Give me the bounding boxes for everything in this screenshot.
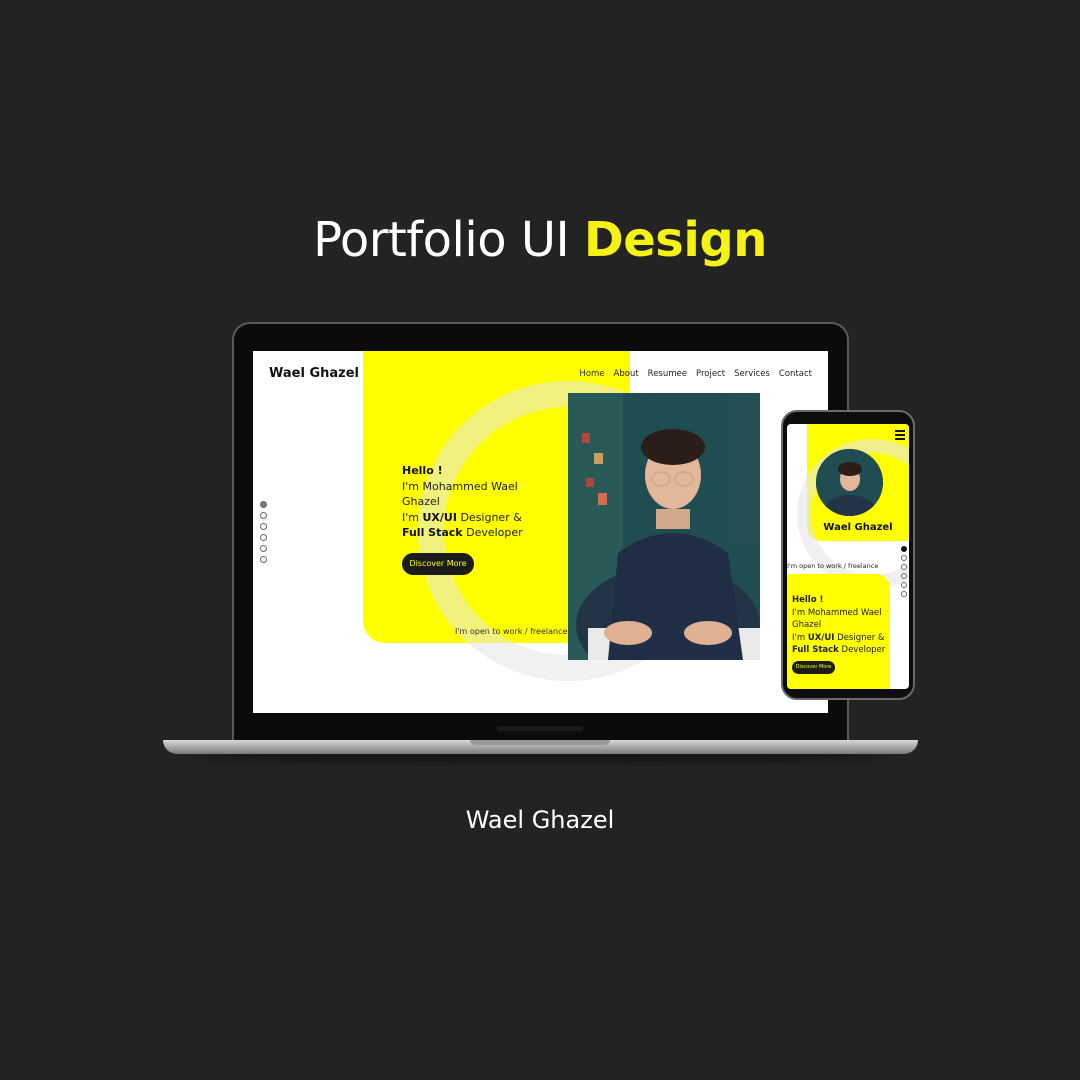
mobile-hero-line-2-bold: UX/UI: [807, 632, 835, 643]
open-to-work-status: I'm open to work / freelance: [455, 627, 568, 636]
mobile-hero-greeting: Hello !: [792, 595, 824, 605]
main-nav: Home About Resumee Project Services Cont…: [579, 369, 812, 379]
slide-dot-5[interactable]: [260, 545, 267, 552]
mobile-slide-dot-6[interactable]: [901, 591, 907, 597]
author-credit: Wael Ghazel: [465, 806, 615, 834]
hero-line-2-suffix: Designer &: [460, 510, 522, 524]
site-brand[interactable]: Wael Ghazel: [269, 366, 359, 381]
mobile-hero-intro: Hello ! I'm Mohammed Wael Ghazel I'm UX/…: [792, 594, 890, 657]
mockup-headline: Portfolio UI Design: [0, 212, 1080, 268]
nav-services[interactable]: Services: [734, 369, 770, 379]
mobile-name: Wael Ghazel: [823, 522, 893, 533]
nav-home[interactable]: Home: [579, 369, 604, 379]
mobile-discover-more-button[interactable]: Discover More: [792, 661, 835, 674]
hero-line-3-suffix: Developer: [466, 526, 523, 539]
mobile-hero-line-1: I'm Mohammed Wael Ghazel: [792, 607, 882, 631]
avatar-image: [816, 449, 883, 516]
hamburger-icon[interactable]: [895, 430, 905, 442]
portrait-image: [568, 393, 760, 660]
headline-prefix: Portfolio UI: [313, 212, 570, 268]
mobile-avatar: [816, 449, 883, 516]
hero-greeting: Hello !: [402, 464, 443, 477]
hero-line-2-bold: UX/UI: [422, 510, 457, 524]
desktop-screen: Wael Ghazel Home About Resumee Project S…: [253, 351, 828, 713]
mobile-slide-dot-5[interactable]: [901, 582, 907, 588]
laptop-hinge: [497, 726, 583, 731]
slide-dot-1[interactable]: [260, 501, 267, 508]
headline-accent: Design: [583, 212, 767, 268]
mobile-hero-line-3-bold: Full Stack: [792, 645, 839, 655]
nav-about[interactable]: About: [614, 369, 639, 379]
mobile-slide-dot-2[interactable]: [901, 555, 907, 561]
mobile-open-to-work: I'm open to work / freelance: [787, 562, 879, 570]
mobile-hero-line-2-prefix: I'm: [792, 632, 806, 643]
mobile-screen: Wael Ghazel I'm open to work / freelance…: [787, 424, 909, 689]
laptop-base: [163, 740, 918, 754]
slide-dot-4[interactable]: [260, 534, 267, 541]
mobile-hero-line-2-suffix: Designer &: [837, 632, 885, 643]
mobile-slide-dot-3[interactable]: [901, 564, 907, 570]
hero-line-1: I'm Mohammed Wael Ghazel: [402, 479, 518, 509]
nav-contact[interactable]: Contact: [779, 369, 812, 379]
discover-more-button[interactable]: Discover More: [402, 553, 474, 575]
mobile-slide-dot-1[interactable]: [901, 546, 907, 552]
slide-dot-2[interactable]: [260, 512, 267, 519]
slide-dots: [260, 501, 267, 563]
mobile-slide-dots: [901, 546, 907, 597]
slide-dot-6[interactable]: [260, 556, 267, 563]
profile-photo: [568, 393, 760, 660]
mobile-slide-dot-4[interactable]: [901, 573, 907, 579]
nav-resumee[interactable]: Resumee: [648, 369, 687, 379]
slide-dot-3[interactable]: [260, 523, 267, 530]
nav-project[interactable]: Project: [696, 369, 725, 379]
hero-line-3-bold: Full Stack: [402, 526, 463, 539]
hero-line-2-prefix: I'm: [402, 510, 419, 524]
hero-intro: Hello ! I'm Mohammed Wael Ghazel I'm UX/…: [402, 463, 542, 541]
mobile-hero-line-3-suffix: Developer: [841, 645, 886, 655]
